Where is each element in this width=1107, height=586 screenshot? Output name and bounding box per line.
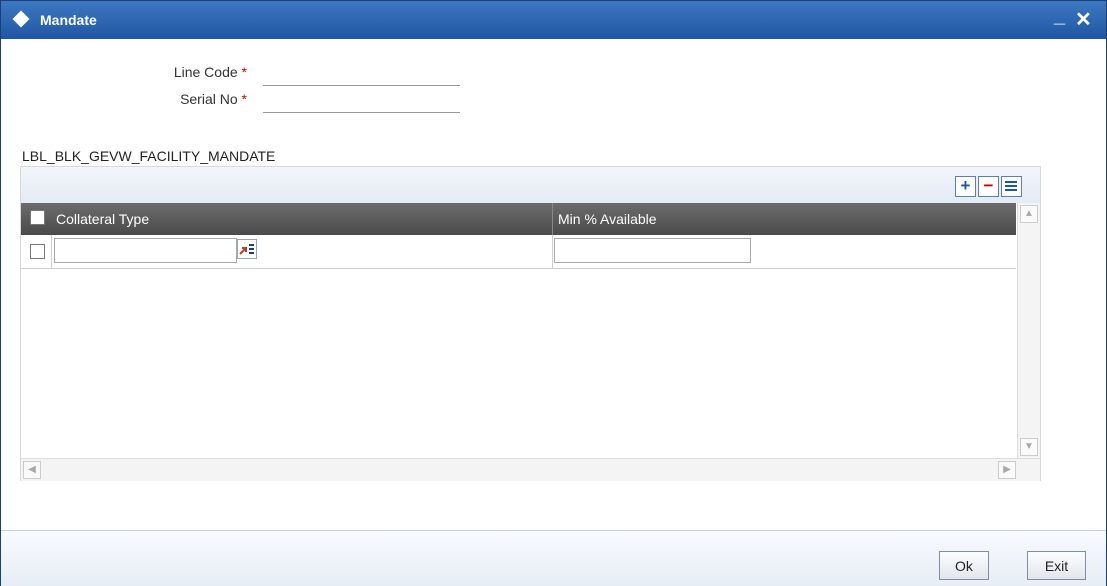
- window-title: Mandate: [40, 12, 97, 28]
- required-marker: *: [241, 64, 247, 80]
- line-code-label: Line Code *: [173, 64, 247, 80]
- select-all-checkbox[interactable]: [30, 210, 45, 225]
- horizontal-scrollbar[interactable]: ◀ ▶: [21, 458, 1040, 481]
- required-marker: *: [241, 91, 247, 107]
- serial-no-label: Serial No *: [180, 91, 247, 107]
- grid-table: Collateral Type Min % Available: [21, 203, 1017, 458]
- add-row-button[interactable]: +: [955, 176, 976, 197]
- serial-no-field[interactable]: [263, 94, 460, 113]
- close-button[interactable]: ✕: [1075, 7, 1092, 32]
- column-header-min-available[interactable]: Min % Available: [558, 211, 657, 227]
- scroll-right-icon[interactable]: ▶: [998, 461, 1016, 479]
- footer-bar: Ok Exit: [1, 530, 1106, 586]
- minimize-button[interactable]: _: [1054, 5, 1065, 28]
- column-header-collateral-type[interactable]: Collateral Type: [56, 211, 149, 227]
- scroll-up-icon[interactable]: ▲: [1020, 205, 1038, 223]
- title-bar: Mandate _ ✕: [1, 1, 1106, 39]
- table-row: [21, 235, 1016, 269]
- list-icon: [1005, 181, 1017, 183]
- mandate-grid: + − Collateral Type Min % Available ▲ ▼ …: [20, 166, 1041, 481]
- lookup-icon[interactable]: [237, 239, 257, 259]
- line-code-field[interactable]: [263, 67, 460, 86]
- ok-button[interactable]: Ok: [939, 551, 989, 580]
- single-view-button[interactable]: [1001, 176, 1022, 197]
- grid-toolbar: + −: [21, 167, 1040, 203]
- mandate-window: Mandate _ ✕ Line Code * Serial No * LBL_…: [0, 0, 1107, 586]
- vertical-scrollbar[interactable]: ▲ ▼: [1017, 203, 1040, 458]
- scroll-left-icon[interactable]: ◀: [23, 461, 41, 479]
- grid-header: Collateral Type Min % Available: [21, 203, 1016, 235]
- collateral-type-input[interactable]: [54, 238, 237, 263]
- diamond-icon: [12, 10, 30, 28]
- scroll-down-icon[interactable]: ▼: [1020, 438, 1038, 456]
- exit-button[interactable]: Exit: [1027, 551, 1086, 580]
- row-checkbox[interactable]: [30, 244, 45, 259]
- grid-section-title: LBL_BLK_GEVW_FACILITY_MANDATE: [22, 148, 276, 164]
- delete-row-button[interactable]: −: [978, 176, 999, 197]
- min-available-input[interactable]: [554, 238, 751, 263]
